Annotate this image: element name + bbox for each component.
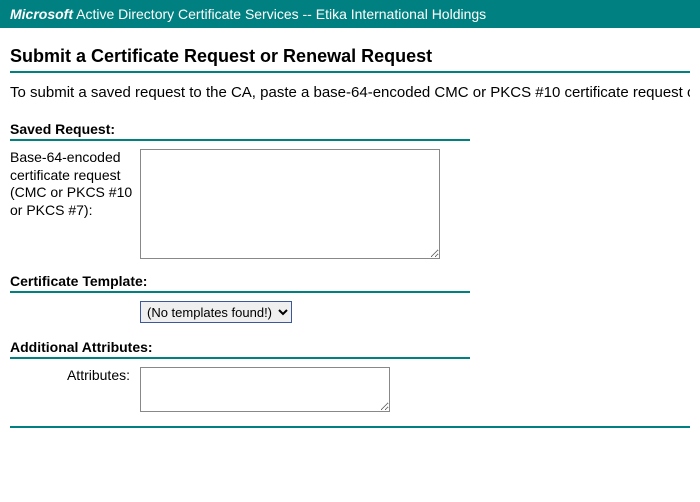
product-name: Active Directory Certificate Services xyxy=(73,6,299,22)
brand-name: Microsoft xyxy=(10,6,73,22)
page-title: Submit a Certificate Request or Renewal … xyxy=(10,46,690,67)
saved-request-label: Base-64-encoded certificate request (CMC… xyxy=(10,149,140,219)
cert-template-field: (No templates found!) xyxy=(140,301,690,323)
attributes-row: Attributes: xyxy=(10,367,690,412)
saved-request-textarea[interactable] xyxy=(140,149,440,259)
banner-separator: -- xyxy=(299,6,316,22)
attributes-textarea[interactable] xyxy=(140,367,390,412)
instructions-text: To submit a saved request to the CA, pas… xyxy=(10,83,690,103)
saved-request-row: Base-64-encoded certificate request (CMC… xyxy=(10,149,690,259)
cert-template-heading: Certificate Template: xyxy=(10,273,690,289)
main-content: Submit a Certificate Request or Renewal … xyxy=(0,28,700,436)
cert-template-rule xyxy=(10,291,470,293)
header-banner: Microsoft Active Directory Certificate S… xyxy=(0,0,700,28)
org-name: Etika International Holdings xyxy=(316,6,486,22)
bottom-rule xyxy=(10,426,690,428)
cert-template-select[interactable]: (No templates found!) xyxy=(140,301,292,323)
saved-request-heading: Saved Request: xyxy=(10,121,690,137)
title-rule xyxy=(10,71,690,73)
saved-request-rule xyxy=(10,139,470,141)
attributes-label: Attributes: xyxy=(10,367,140,385)
additional-attributes-rule xyxy=(10,357,470,359)
additional-attributes-heading: Additional Attributes: xyxy=(10,339,690,355)
